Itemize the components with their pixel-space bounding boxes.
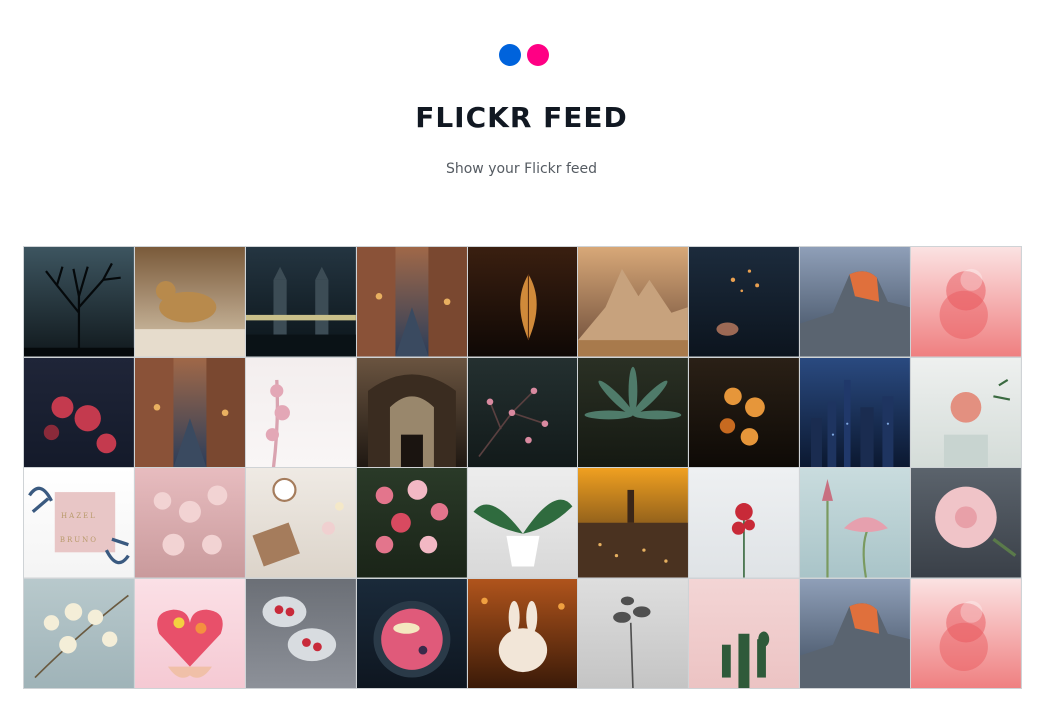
photo-pink-smoke-2[interactable] bbox=[911, 578, 1021, 688]
photo-cherry-blossom-white[interactable] bbox=[245, 357, 356, 467]
photo-heart-flowers[interactable] bbox=[134, 578, 245, 688]
photo-city-street-2[interactable] bbox=[134, 357, 245, 467]
flickr-photo-grid: HAZEL BRUNO bbox=[23, 246, 1022, 689]
photo-strawberries-image bbox=[245, 578, 356, 688]
photo-rose-vase[interactable] bbox=[911, 357, 1021, 467]
photo-invitation-card[interactable]: HAZEL BRUNO bbox=[24, 468, 134, 578]
photo-flower-bouquet[interactable] bbox=[356, 468, 467, 578]
photo-pink-smoke-2-image bbox=[911, 578, 1021, 688]
photo-pink-blossom-dark-image bbox=[467, 357, 578, 467]
photo-leaf-candle-image bbox=[467, 247, 578, 357]
photo-green-leaves-image bbox=[578, 357, 689, 467]
photo-city-night-image bbox=[800, 357, 911, 467]
photo-single-red-rose[interactable] bbox=[689, 468, 800, 578]
photo-bare-tree-image bbox=[24, 247, 134, 357]
photo-half-dome[interactable] bbox=[800, 247, 911, 357]
photo-lotus[interactable] bbox=[800, 468, 911, 578]
photo-mountain-peak-image bbox=[578, 247, 689, 357]
photo-mountain-peak[interactable] bbox=[578, 247, 689, 357]
photo-tower-bridge-image bbox=[245, 247, 356, 357]
photo-strawberries[interactable] bbox=[245, 578, 356, 688]
photo-sparkler-lights[interactable] bbox=[689, 247, 800, 357]
flickr-logo-icon bbox=[499, 44, 549, 66]
photo-grey-plant-image bbox=[578, 578, 689, 688]
photo-pink-hydrangea-image bbox=[134, 468, 245, 578]
photo-pink-blossom-dark[interactable] bbox=[467, 357, 578, 467]
photo-lotus-image bbox=[800, 468, 911, 578]
photo-white-blossoms[interactable] bbox=[24, 578, 134, 688]
photo-monstera-pot[interactable] bbox=[467, 468, 578, 578]
photo-green-leaves[interactable] bbox=[578, 357, 689, 467]
photo-museum-hall-image bbox=[356, 357, 467, 467]
photo-pink-smoke-image bbox=[911, 247, 1021, 357]
photo-town-sunset[interactable] bbox=[578, 468, 689, 578]
photo-city-night[interactable] bbox=[800, 357, 911, 467]
photo-cherry-blossom-white-image bbox=[245, 357, 356, 467]
photo-red-roses-dark-image bbox=[24, 357, 134, 467]
photo-city-street-2-image bbox=[134, 357, 245, 467]
photo-rose-vase-image bbox=[911, 357, 1021, 467]
photo-yellow-roses-dark[interactable] bbox=[689, 357, 800, 467]
photo-yellow-roses-dark-image bbox=[689, 357, 800, 467]
photo-grey-plant[interactable] bbox=[578, 578, 689, 688]
photo-smoothie-bowl-image bbox=[356, 578, 467, 688]
photo-monstera-pot-image bbox=[467, 468, 578, 578]
photo-pink-smoke[interactable] bbox=[911, 247, 1021, 357]
photo-museum-hall[interactable] bbox=[356, 357, 467, 467]
photo-cactus-pink[interactable] bbox=[689, 578, 800, 688]
photo-smoothie-bowl[interactable] bbox=[356, 578, 467, 688]
photo-sparkler-lights-image bbox=[689, 247, 800, 357]
photo-flower-bouquet-image bbox=[356, 468, 467, 578]
photo-single-red-rose-image bbox=[689, 468, 800, 578]
photo-bunny[interactable] bbox=[467, 578, 578, 688]
photo-half-dome-2[interactable] bbox=[800, 578, 911, 688]
photo-heart-flowers-image bbox=[134, 578, 245, 688]
photo-peony-image bbox=[911, 468, 1021, 578]
photo-white-blossoms-image bbox=[24, 578, 134, 688]
page-title: FLICKR FEED bbox=[415, 101, 628, 134]
photo-desk-coffee[interactable] bbox=[245, 468, 356, 578]
photo-bare-tree[interactable] bbox=[24, 247, 134, 357]
page-subtitle: Show your Flickr feed bbox=[445, 161, 598, 177]
photo-half-dome-2-image bbox=[800, 578, 911, 688]
photo-leaf-candle[interactable] bbox=[467, 247, 578, 357]
photo-red-roses-dark[interactable] bbox=[24, 357, 134, 467]
photo-cactus-pink-image bbox=[689, 578, 800, 688]
photo-leopard[interactable] bbox=[134, 247, 245, 357]
photo-desk-coffee-image bbox=[245, 468, 356, 578]
blue-dot-icon bbox=[499, 44, 521, 66]
photo-city-street-image bbox=[356, 247, 467, 357]
photo-peony[interactable] bbox=[911, 468, 1021, 578]
photo-town-sunset-image bbox=[578, 468, 689, 578]
photo-pink-hydrangea[interactable] bbox=[134, 468, 245, 578]
photo-half-dome-image bbox=[800, 247, 911, 357]
invitation-card-text: HAZEL BRUNO bbox=[59, 511, 99, 544]
photo-bunny-image bbox=[467, 578, 578, 688]
photo-tower-bridge[interactable] bbox=[245, 247, 356, 357]
pink-dot-icon bbox=[527, 44, 549, 66]
photo-city-street[interactable] bbox=[356, 247, 467, 357]
photo-leopard-image bbox=[134, 247, 245, 357]
